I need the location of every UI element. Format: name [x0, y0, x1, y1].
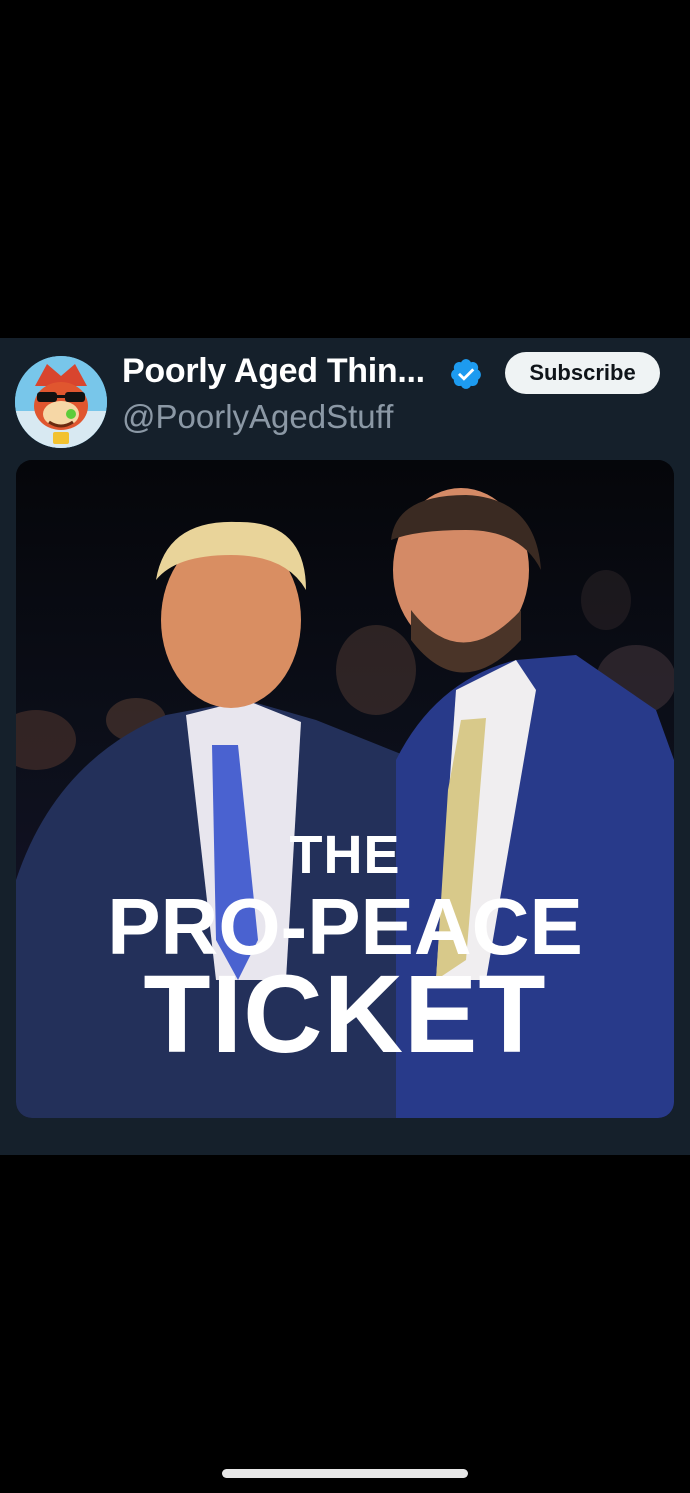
- top-black-area: [0, 0, 690, 338]
- subscribe-button[interactable]: Subscribe: [505, 352, 660, 394]
- post-card[interactable]: Poorly Aged Thin... @PoorlyAgedStuff Sub…: [0, 338, 690, 1155]
- user-handle[interactable]: @PoorlyAgedStuff: [122, 398, 393, 436]
- avatar[interactable]: [15, 356, 107, 448]
- verified-badge-icon: [451, 359, 481, 389]
- home-indicator[interactable]: [222, 1469, 468, 1478]
- headline-line-3: TICKET: [143, 953, 547, 1076]
- display-name[interactable]: Poorly Aged Thin...: [122, 352, 425, 391]
- post-image[interactable]: THE PRO-PEACE TICKET: [16, 460, 674, 1118]
- avatar-cartoon-icon: [15, 356, 107, 448]
- headline-line-1: THE: [289, 825, 401, 885]
